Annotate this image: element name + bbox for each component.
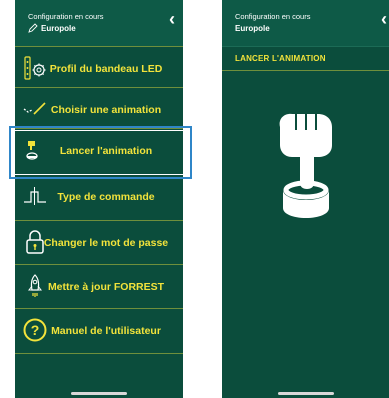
- back-chevron-icon[interactable]: ‹: [169, 10, 175, 28]
- page-title: LANCER L'ANIMATION: [235, 54, 326, 63]
- menu-item-label: Mettre à jour FORREST: [47, 281, 165, 293]
- menu-item-change-password[interactable]: Changer le mot de passe: [15, 220, 183, 265]
- config-label: Configuration en cours: [235, 12, 311, 21]
- menu-item-choose-animation[interactable]: Choisir une animation: [15, 87, 183, 132]
- menu-item-launch-animation[interactable]: Lancer l'animation: [15, 128, 183, 173]
- back-chevron-icon[interactable]: ‹: [381, 10, 387, 28]
- divider: [222, 70, 389, 71]
- header: Configuration en cours Europole ‹: [222, 0, 389, 47]
- config-label: Configuration en cours: [28, 12, 104, 21]
- left-phone-screen: Configuration en cours Europole ‹ Profil…: [15, 0, 183, 398]
- right-phone-screen: Configuration en cours Europole ‹ LANCER…: [222, 0, 389, 398]
- header: Configuration en cours Europole ‹: [15, 0, 183, 47]
- menu-item-update-forrest[interactable]: Mettre à jour FORREST: [15, 264, 183, 309]
- menu-item-user-manual[interactable]: ? Manuel de l'utilisateur: [15, 308, 183, 354]
- config-name: Europole: [235, 24, 270, 33]
- menu-item-label: Manuel de l'utilisateur: [51, 325, 161, 337]
- home-indicator[interactable]: [71, 392, 127, 395]
- menu-item-led-profile[interactable]: Profil du bandeau LED: [15, 46, 183, 91]
- menu-item-label: Lancer l'animation: [59, 145, 153, 157]
- menu-item-command-type[interactable]: Type de commande: [15, 174, 183, 219]
- home-indicator[interactable]: [277, 392, 334, 395]
- push-button-icon[interactable]: [279, 178, 333, 220]
- menu-item-label: Choisir une animation: [50, 104, 162, 116]
- menu-item-label: Type de commande: [57, 191, 155, 203]
- pencil-icon[interactable]: [28, 23, 38, 33]
- config-name: Europole: [41, 24, 76, 33]
- menu-item-label: Profil du bandeau LED: [49, 63, 163, 75]
- menu-item-label: Changer le mot de passe: [43, 237, 169, 249]
